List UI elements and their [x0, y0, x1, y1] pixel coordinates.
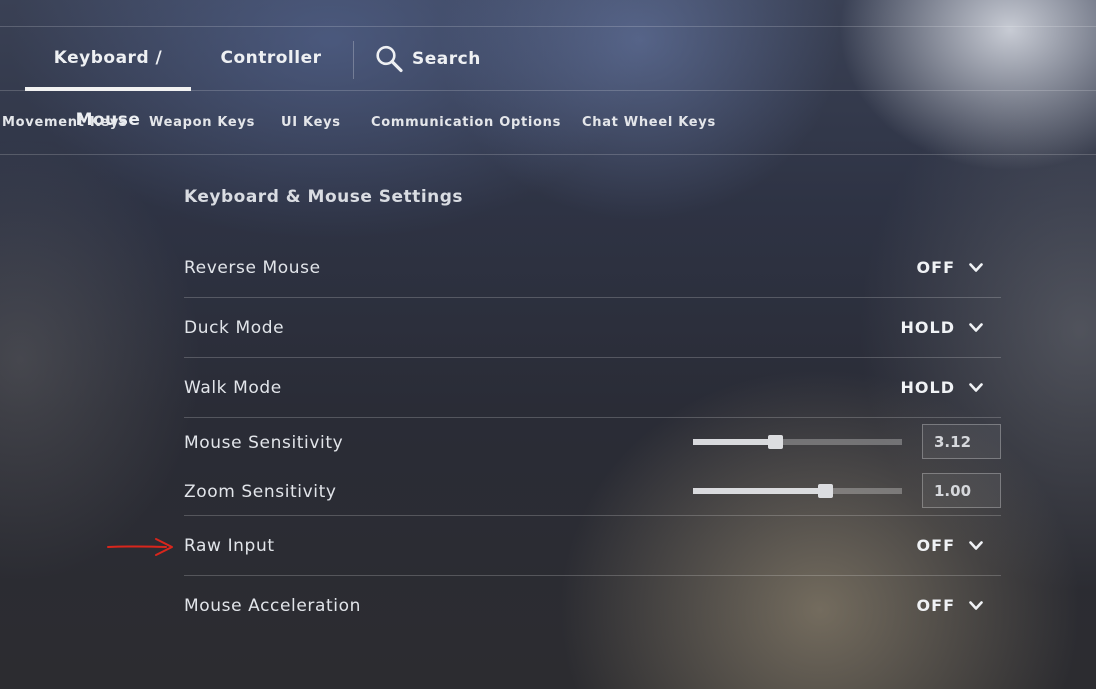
- zoom-sensitivity-slider[interactable]: [693, 484, 902, 498]
- setting-label: Reverse Mouse: [184, 258, 321, 278]
- slider-fill: [693, 439, 775, 445]
- setting-row-duck-mode: Duck Mode HOLD: [184, 298, 1001, 358]
- duck-mode-dropdown[interactable]: HOLD: [901, 318, 983, 337]
- slider-handle[interactable]: [767, 435, 783, 449]
- reverse-mouse-dropdown[interactable]: OFF: [917, 258, 983, 277]
- chevron-down-icon: [969, 382, 983, 392]
- top-nav: Keyboard / Mouse Controller Search: [0, 26, 1096, 130]
- subtab-movement-keys[interactable]: Movement Keys: [2, 91, 128, 154]
- zoom-sensitivity-input[interactable]: [922, 473, 1001, 508]
- dropdown-value: OFF: [916, 596, 955, 615]
- search-label: Search: [412, 48, 481, 69]
- mouse-sensitivity-slider[interactable]: [693, 435, 902, 449]
- setting-row-zoom-sensitivity: Zoom Sensitivity: [184, 467, 1001, 516]
- arrow-shaft: [107, 545, 167, 548]
- search-icon: [376, 45, 403, 72]
- setting-label: Walk Mode: [184, 378, 282, 398]
- chevron-down-icon: [969, 262, 983, 272]
- subtab-ui-keys[interactable]: UI Keys: [281, 91, 341, 154]
- chevron-down-icon: [969, 322, 983, 332]
- nav-divider: [353, 41, 354, 79]
- annotation-arrow-icon: [107, 538, 173, 556]
- subtab-communication-options[interactable]: Communication Options: [371, 91, 561, 154]
- setting-label: Mouse Sensitivity: [184, 433, 344, 453]
- raw-input-dropdown[interactable]: OFF: [917, 536, 983, 555]
- mouse-sensitivity-input[interactable]: [922, 424, 1001, 459]
- chevron-down-icon: [969, 600, 983, 610]
- walk-mode-dropdown[interactable]: HOLD: [901, 378, 983, 397]
- mouse-acceleration-dropdown[interactable]: OFF: [917, 596, 983, 615]
- tab-controller[interactable]: Controller: [214, 27, 328, 90]
- setting-label: Zoom Sensitivity: [184, 482, 337, 502]
- slider-fill: [693, 488, 825, 494]
- chevron-down-icon: [969, 540, 983, 550]
- setting-label: Duck Mode: [184, 318, 285, 338]
- setting-row-walk-mode: Walk Mode HOLD: [184, 358, 1001, 418]
- section-title: Keyboard & Mouse Settings: [184, 187, 464, 207]
- subtab-weapon-keys[interactable]: Weapon Keys: [149, 91, 255, 154]
- dropdown-value: HOLD: [900, 318, 955, 337]
- sub-nav: Movement Keys Weapon Keys UI Keys Commun…: [0, 91, 1096, 155]
- subtab-chat-wheel-keys[interactable]: Chat Wheel Keys: [582, 91, 716, 154]
- slider-handle[interactable]: [817, 484, 833, 498]
- setting-label: Raw Input: [184, 536, 275, 556]
- search-button[interactable]: Search: [374, 27, 481, 90]
- setting-label: Mouse Acceleration: [184, 596, 361, 616]
- setting-row-reverse-mouse: Reverse Mouse OFF: [184, 238, 1001, 298]
- setting-row-mouse-acceleration: Mouse Acceleration OFF: [184, 576, 1001, 636]
- setting-row-raw-input: Raw Input OFF: [184, 516, 1001, 576]
- tab-keyboard-mouse[interactable]: Keyboard / Mouse: [25, 27, 191, 130]
- dropdown-value: OFF: [916, 536, 955, 555]
- setting-row-mouse-sensitivity: Mouse Sensitivity: [184, 418, 1001, 467]
- dropdown-value: OFF: [916, 258, 955, 277]
- dropdown-value: HOLD: [900, 378, 955, 397]
